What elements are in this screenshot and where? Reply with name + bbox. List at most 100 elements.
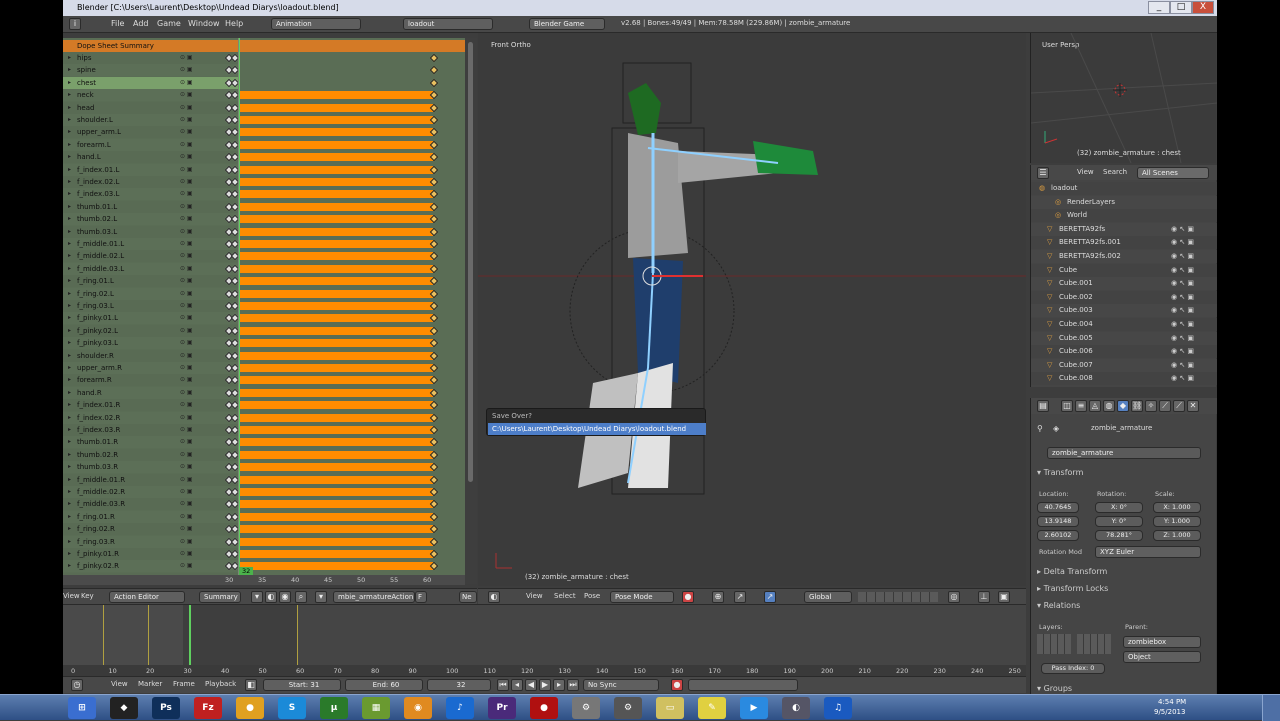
properties-editor[interactable]: ▤ ◫ ≡ ◬ ◍ ◆ ⛓ ✧ ⟋ ⟋ ✕ ⚲ ◈ zombie_armatur… (1030, 398, 1217, 694)
expand-icon[interactable]: ▸ (68, 238, 71, 250)
maximize-button[interactable]: □ (1170, 1, 1192, 14)
dope-channel-row[interactable]: ▸ f_ring.02.L ⊙ ▣ (63, 287, 238, 300)
keyframe[interactable] (429, 66, 439, 75)
menu-select[interactable]: Select (554, 592, 576, 600)
outliner-row[interactable]: ▽ Cube.007 ◉ ↖ ▣ (1031, 358, 1217, 372)
render-engine-select[interactable]: Blender Game (529, 18, 605, 30)
dope-channel-row[interactable]: ▸ f_middle.02.L ⊙ ▣ (63, 250, 238, 263)
expand-icon[interactable]: ▸ (68, 151, 71, 163)
data-tab-icon[interactable]: ✧ (1145, 400, 1157, 412)
channel-lock-icon[interactable]: ⊙ ▣ (180, 451, 198, 459)
channel-lock-icon[interactable]: ⊙ ▣ (180, 389, 198, 397)
channel-lock-icon[interactable]: ⊙ ▣ (180, 228, 198, 236)
expand-icon[interactable]: ▸ (68, 139, 71, 151)
rotation-mode-select[interactable]: XYZ Euler (1095, 546, 1201, 558)
visibility-icon[interactable]: ◉ ↖ ▣ (1171, 264, 1194, 277)
dope-channel-row[interactable]: ▸ hips ⊙ ▣ (63, 52, 238, 64)
action-name-field[interactable]: mbie_armatureAction (333, 591, 415, 603)
expand-icon[interactable]: ▸ (68, 399, 71, 411)
expand-icon[interactable]: ▸ (68, 498, 71, 510)
outliner-row[interactable]: ▽ Cube.006 ◉ ↖ ▣ (1031, 345, 1217, 359)
location-y-field[interactable]: 13.9148 (1037, 516, 1079, 527)
expand-icon[interactable]: ▸ (68, 114, 71, 126)
outliner-row[interactable]: ▽ Cube.002 ◉ ↖ ▣ (1031, 290, 1217, 304)
jump-end-icon[interactable]: ⏭ (567, 679, 579, 691)
dope-channel-row[interactable]: ▸ f_ring.03.R ⊙ ▣ (63, 535, 238, 548)
outliner-row[interactable]: ◎ RenderLayers (1031, 195, 1217, 209)
scene-select[interactable]: loadout (403, 18, 493, 30)
expand-icon[interactable]: ▸ (68, 77, 71, 89)
dope-channel-row[interactable]: ▸ forearm.L ⊙ ▣ (63, 138, 238, 151)
dope-channel-row[interactable]: ▸ chest ⊙ ▣ (63, 76, 238, 89)
expand-icon[interactable]: ▸ (68, 474, 71, 486)
expand-icon[interactable]: ▸ (68, 89, 71, 101)
dope-channel-row[interactable]: ▸ f_middle.03.L ⊙ ▣ (63, 262, 238, 275)
channel-lock-icon[interactable]: ⊙ ▣ (180, 476, 198, 484)
record-icon[interactable]: ● (671, 679, 683, 691)
channel-lock-icon[interactable]: ⊙ ▣ (180, 327, 198, 335)
dope-scrollbar[interactable] (465, 38, 477, 584)
visibility-icon[interactable]: ◉ ↖ ▣ (1171, 372, 1194, 385)
expand-icon[interactable]: ▸ (68, 288, 71, 300)
channel-lock-icon[interactable]: ⊙ ▣ (180, 190, 198, 198)
channel-lock-icon[interactable]: ⊙ ▣ (180, 215, 198, 223)
expand-icon[interactable]: ▸ (68, 350, 71, 362)
outliner-row[interactable]: ▽ Cube.003 ◉ ↖ ▣ (1031, 304, 1217, 318)
taskbar-app-button[interactable]: ▭ (656, 697, 684, 719)
dope-channel-row[interactable]: ▸ f_pinky.01.L ⊙ ▣ (63, 312, 238, 325)
dope-channel-row[interactable]: ▸ thumb.02.R ⊙ ▣ (63, 448, 238, 461)
taskbar-app-button[interactable]: ◉ (404, 697, 432, 719)
manipulator-icon[interactable]: ↗ (734, 591, 746, 603)
prev-key-icon[interactable]: ◂ (511, 679, 523, 691)
outliner-row[interactable]: ▽ Cube ◉ ↖ ▣ (1031, 263, 1217, 277)
dope-channel-row[interactable]: ▸ f_index.02.L ⊙ ▣ (63, 176, 238, 188)
dope-channel-row[interactable]: ▸ thumb.02.L ⊙ ▣ (63, 213, 238, 226)
channel-lock-icon[interactable]: ⊙ ▣ (180, 240, 198, 248)
outliner-row[interactable]: ▽ Cube.004 ◉ ↖ ▣ (1031, 318, 1217, 331)
dope-channel-row[interactable]: ▸ shoulder.R ⊙ ▣ (63, 349, 238, 362)
dope-channel-row[interactable]: ▸ forearm.R ⊙ ▣ (63, 374, 238, 387)
world-tab-icon[interactable]: ◍ (1103, 400, 1115, 412)
dope-channel-row[interactable]: ▸ neck ⊙ ▣ (63, 89, 238, 102)
dope-channel-row[interactable]: ▸ f_middle.02.R ⊙ ▣ (63, 486, 238, 498)
dope-channel-row[interactable]: ▸ f_ring.01.L ⊙ ▣ (63, 275, 238, 288)
jump-start-icon[interactable]: ⏮ (497, 679, 509, 691)
sync-select[interactable]: No Sync (583, 679, 659, 691)
current-frame-field[interactable]: 32 (427, 679, 491, 691)
visibility-icon[interactable]: ◉ ↖ ▣ (1171, 250, 1194, 263)
next-key-icon[interactable]: ▸ (553, 679, 565, 691)
channel-lock-icon[interactable]: ⊙ ▣ (180, 364, 198, 372)
menu-key[interactable]: Key (81, 592, 94, 600)
taskbar-app-button[interactable]: ✎ (698, 697, 726, 719)
channel-lock-icon[interactable]: ⊙ ▣ (180, 525, 198, 533)
expand-icon[interactable]: ▸ (68, 412, 71, 424)
menu-file[interactable]: File (111, 19, 124, 28)
outliner-row[interactable]: ▽ Cube.001 ◉ ↖ ▣ (1031, 277, 1217, 291)
physics-tab-icon[interactable]: ✕ (1187, 400, 1199, 412)
taskbar-app-button[interactable]: Fz (194, 697, 222, 719)
expand-icon[interactable]: ▸ (68, 436, 71, 448)
expand-icon[interactable]: ▸ (68, 461, 71, 473)
snap-icon[interactable]: ⊥ (978, 591, 990, 603)
expand-icon[interactable]: ▸ (68, 312, 71, 324)
expand-icon[interactable]: ▸ (68, 300, 71, 312)
taskbar-app-button[interactable]: ♫ (824, 697, 852, 719)
channel-lock-icon[interactable]: ⊙ ▣ (180, 314, 198, 322)
dope-channel-row[interactable]: ▸ f_middle.03.R ⊙ ▣ (63, 498, 238, 511)
object-layers-right[interactable] (1077, 634, 1111, 654)
parent-field[interactable]: zombiebox (1123, 636, 1201, 648)
expand-icon[interactable]: ▸ (68, 449, 71, 461)
display-mode-select[interactable]: All Scenes (1137, 167, 1209, 179)
render-icon[interactable]: ▣ (998, 591, 1010, 603)
expand-icon[interactable]: ▸ (68, 164, 71, 176)
render-tab-icon[interactable]: ◫ (1061, 400, 1073, 412)
channel-lock-icon[interactable]: ⊙ ▣ (180, 166, 198, 174)
visibility-icon[interactable]: ◉ ↖ ▣ (1171, 291, 1194, 304)
location-z-field[interactable]: 2.60102 (1037, 530, 1079, 541)
menu-frame[interactable]: Frame (173, 680, 195, 688)
location-x-field[interactable]: 40.7645 (1037, 502, 1079, 513)
dope-channel-row[interactable]: ▸ thumb.01.L ⊙ ▣ (63, 200, 238, 213)
dope-channel-row[interactable]: ▸ f_pinky.01.R ⊙ ▣ (63, 548, 238, 560)
preview-range-icon[interactable]: ◧ (245, 679, 257, 691)
taskbar-app-button[interactable]: ⚙ (572, 697, 600, 719)
